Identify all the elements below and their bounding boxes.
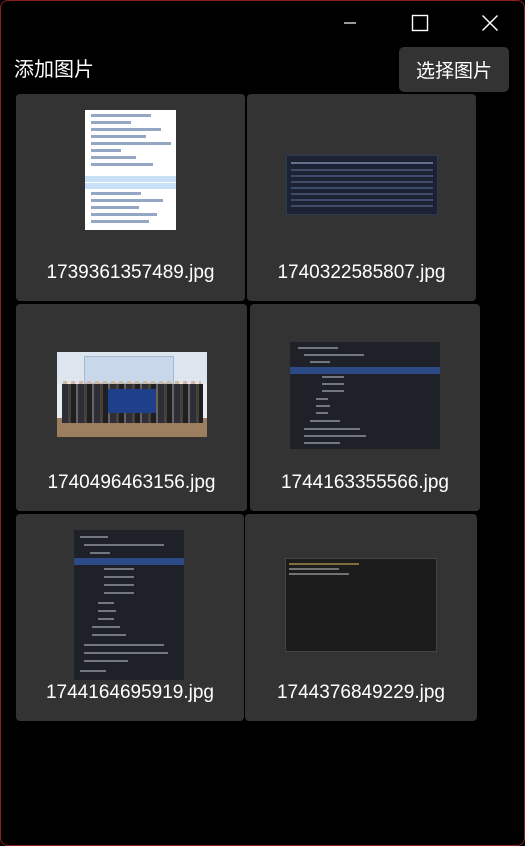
image-thumbnail: [286, 155, 438, 215]
minimize-button[interactable]: [315, 0, 385, 46]
image-filename: 1739361357489.jpg: [46, 262, 215, 283]
title-bar: [315, 0, 525, 46]
image-card[interactable]: 1744163355566.jpg: [250, 304, 480, 511]
close-button[interactable]: [455, 0, 525, 46]
image-card[interactable]: 1744164695919.jpg: [16, 514, 244, 721]
image-card[interactable]: 1740496463156.jpg: [16, 304, 247, 511]
close-icon: [482, 15, 498, 31]
image-filename: 1744163355566.jpg: [280, 472, 449, 493]
image-thumbnail: [85, 110, 176, 230]
image-thumbnail: [290, 342, 440, 449]
image-thumbnail: [285, 558, 437, 652]
image-filename: 1744376849229.jpg: [276, 682, 445, 703]
image-thumbnail: [74, 530, 184, 680]
image-filename: 1740496463156.jpg: [47, 472, 216, 493]
page-title: 添加图片: [14, 57, 94, 81]
image-card[interactable]: 1740322585807.jpg: [247, 94, 476, 301]
image-card[interactable]: 1739361357489.jpg: [16, 94, 245, 301]
maximize-icon: [411, 14, 429, 32]
image-filename: 1740322585807.jpg: [277, 262, 446, 283]
maximize-button[interactable]: [385, 0, 455, 46]
image-filename: 1744164695919.jpg: [45, 682, 214, 703]
image-card[interactable]: 1744376849229.jpg: [245, 514, 477, 721]
image-thumbnail: [57, 352, 207, 437]
minimize-icon: [344, 22, 356, 24]
select-image-button[interactable]: 选择图片: [399, 47, 509, 92]
